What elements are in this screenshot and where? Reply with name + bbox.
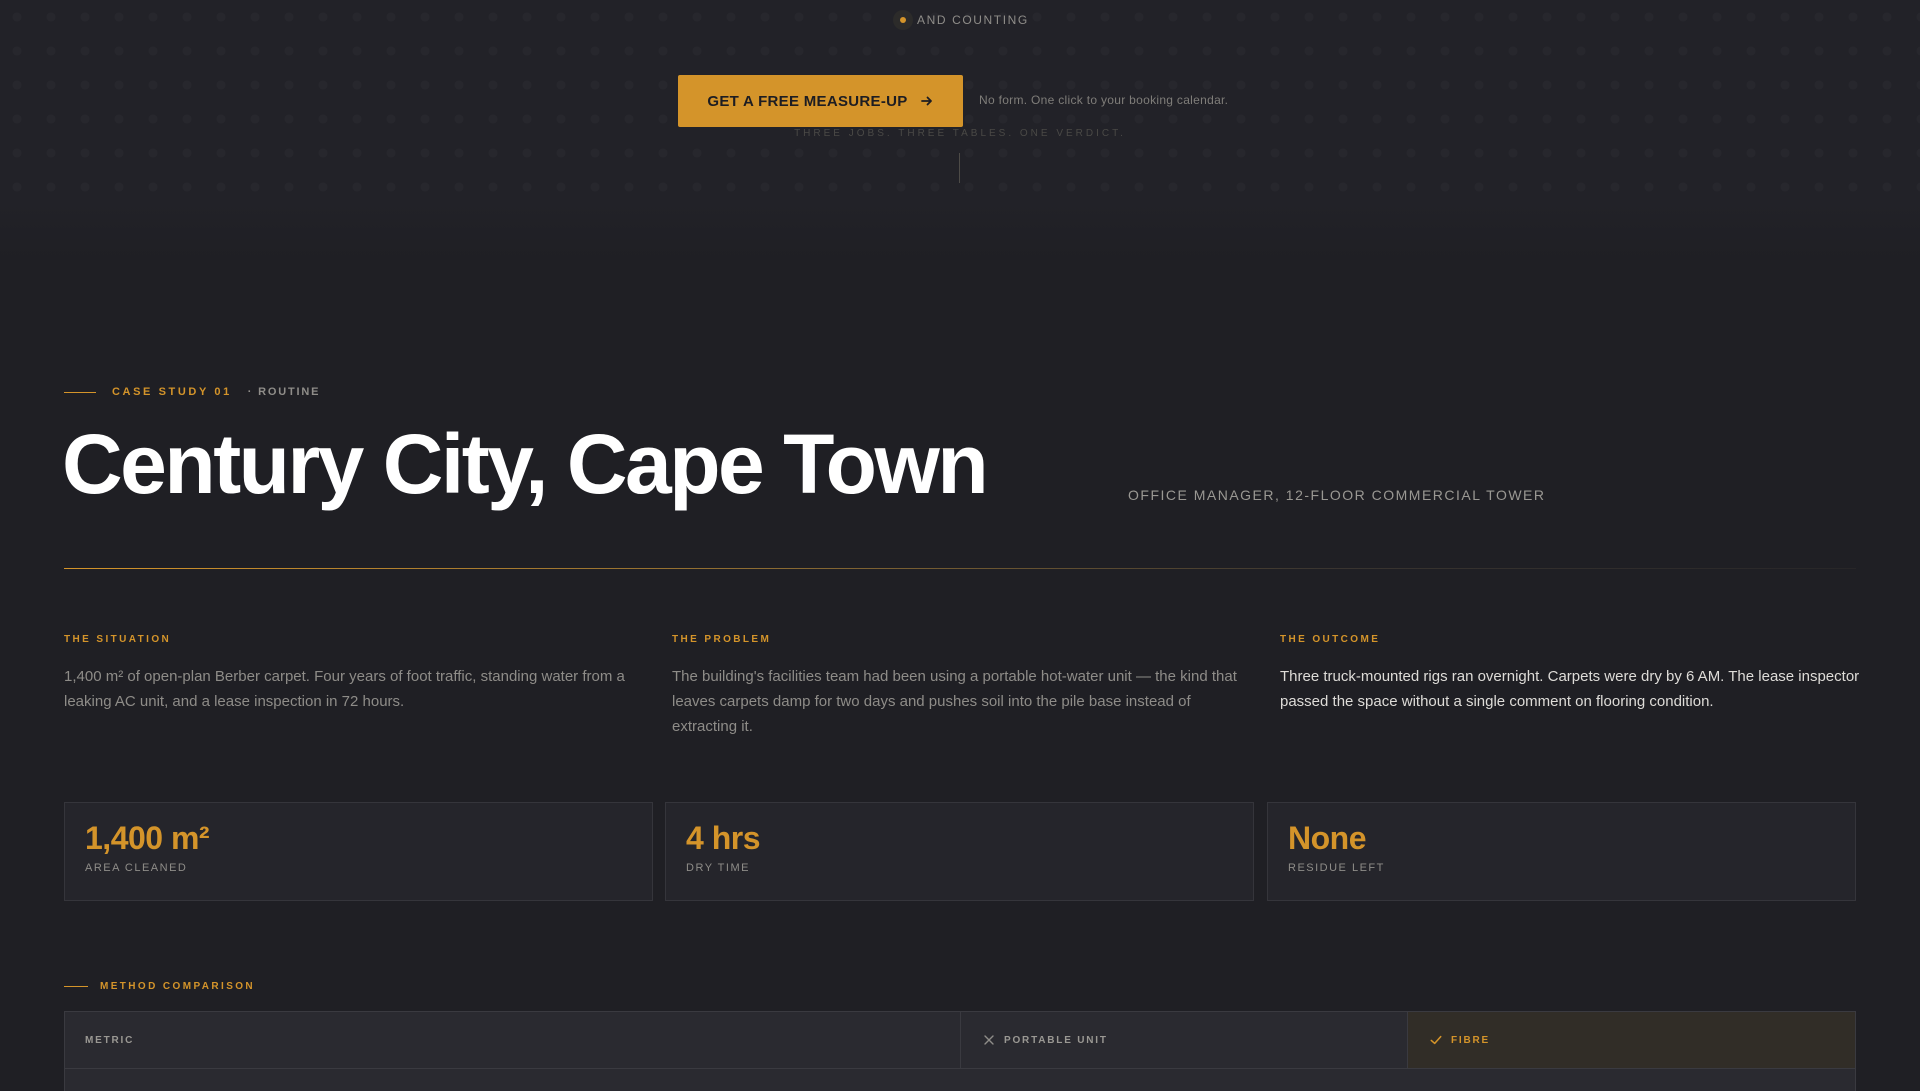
column-header-portable: PORTABLE UNIT — [961, 1012, 1408, 1069]
badge-text: AND COUNTING — [917, 13, 1029, 27]
page-title: Century City, Cape Town — [62, 417, 989, 511]
stat-value: 1,400 m² — [85, 820, 210, 856]
column-label: THE PROBLEM — [672, 634, 772, 645]
cta-label: GET A FREE MEASURE-UP — [707, 92, 908, 110]
stat-label: AREA CLEANED — [85, 862, 188, 875]
outcome-column: THE OUTCOME Three truck-mounted rigs ran… — [1280, 634, 1860, 714]
counter-badge: AND COUNTING — [893, 10, 1029, 30]
eyebrow-rule — [64, 391, 96, 393]
header-label: PORTABLE UNIT — [1004, 1034, 1108, 1046]
check-icon — [1430, 1035, 1442, 1045]
header-label: FIBRE — [1451, 1034, 1490, 1046]
case-study-eyebrow: CASE STUDY 01 · ROUTINE — [64, 386, 320, 398]
column-label: THE OUTCOME — [1280, 634, 1381, 645]
column-label: THE SITUATION — [64, 634, 172, 645]
free-measure-up-button[interactable]: GET A FREE MEASURE-UP — [678, 75, 963, 127]
status-dot-icon — [893, 10, 913, 30]
stat-value: None — [1288, 820, 1367, 856]
stat-value: 4 hrs — [686, 820, 760, 856]
cta-note: No form. One click to your booking calen… — [979, 93, 1229, 107]
case-study-tag: · ROUTINE — [247, 386, 321, 398]
eyebrow-rule — [64, 986, 88, 987]
method-comparison-label: METHOD COMPARISON — [100, 981, 256, 992]
column-header-metric: METRIC — [65, 1012, 961, 1069]
stat-card-area: 1,400 m² AREA CLEANED — [64, 802, 653, 901]
column-header-fibre: FIBRE — [1408, 1012, 1855, 1069]
comparison-table: METRIC PORTABLE UNIT FIBRE — [64, 1011, 1856, 1091]
hero-fade — [0, 200, 1920, 260]
x-icon — [984, 1035, 994, 1045]
stat-card-residue: None RESIDUE LEFT — [1267, 802, 1856, 901]
arrow-right-icon — [920, 96, 932, 106]
section-divider — [64, 568, 1856, 569]
method-comparison-eyebrow: METHOD COMPARISON — [64, 981, 255, 992]
column-text: The building's facilities team had been … — [672, 668, 1237, 735]
client-role: OFFICE MANAGER, 12-FLOOR COMMERCIAL TOWE… — [1128, 487, 1546, 503]
hero-tagline: THREE JOBS. THREE TABLES. ONE VERDICT. — [794, 128, 1126, 139]
stat-label: DRY TIME — [686, 862, 750, 875]
stat-card-dry-time: 4 hrs DRY TIME — [665, 802, 1254, 901]
situation-column: THE SITUATION 1,400 m² of open-plan Berb… — [64, 634, 644, 714]
problem-column: THE PROBLEM The building's facilities te… — [672, 634, 1252, 739]
column-text: Three truck-mounted rigs ran overnight. … — [1280, 668, 1860, 710]
column-text: 1,400 m² of open-plan Berber carpet. Fou… — [64, 668, 625, 710]
header-label: METRIC — [85, 1034, 135, 1046]
case-study-number: CASE STUDY 01 — [112, 386, 232, 398]
stat-label: RESIDUE LEFT — [1288, 862, 1385, 875]
scroll-indicator — [959, 153, 960, 183]
